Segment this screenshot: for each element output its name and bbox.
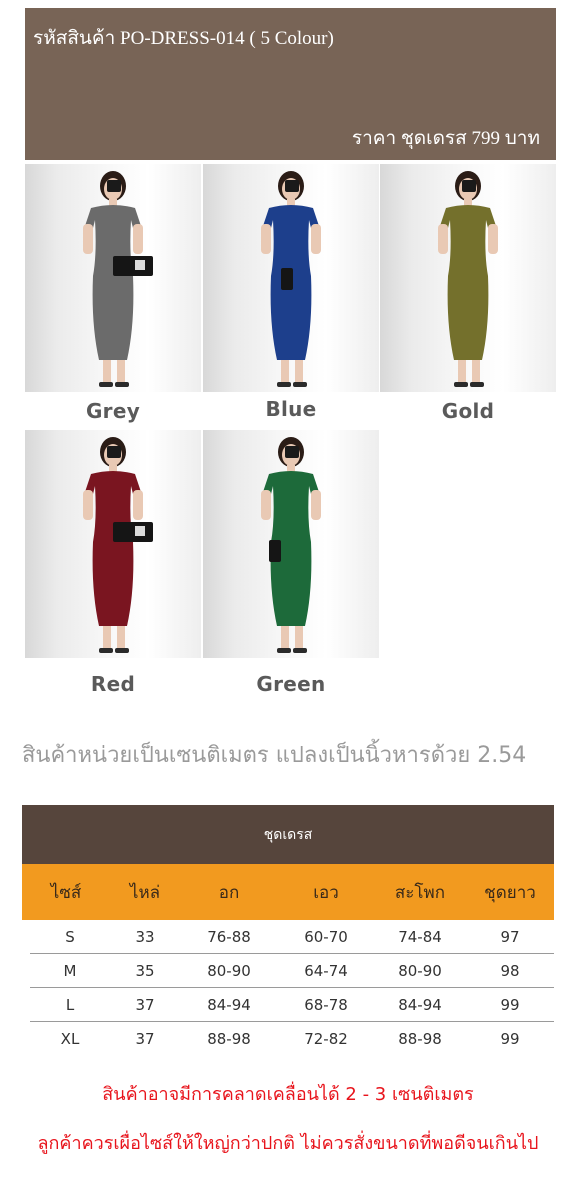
header-waist: เอว <box>313 882 339 903</box>
cell-waist: 60-70 <box>304 927 348 946</box>
cell-chest: 80-90 <box>207 961 251 980</box>
cell-length: 97 <box>500 927 520 946</box>
model-figure <box>261 171 321 387</box>
color-label-grey: Grey <box>85 399 141 423</box>
table-title: ชุดเดรส <box>22 805 554 864</box>
cell-shoulder: 33 <box>135 927 155 946</box>
unit-note: สินค้าหน่วยเป็นเซนติเมตร แปลงเป็นนิ้วหาร… <box>22 743 527 768</box>
size-table: ชุดเดรส ไซส์ ไหล่ อก เอว สะโพก ชุดยาว S 3… <box>22 805 554 1056</box>
cell-chest: 84-94 <box>207 995 251 1014</box>
cell-chest: 76-88 <box>207 927 251 946</box>
cell-waist: 72-82 <box>304 1030 348 1048</box>
cell-chest: 88-98 <box>207 1030 251 1048</box>
table-header: ไซส์ ไหล่ อก เอว สะโพก ชุดยาว <box>22 864 554 920</box>
table-row: S 33 76-88 60-70 74-84 97 <box>30 920 554 954</box>
table-body: S 33 76-88 60-70 74-84 97 M 35 80-90 64-74 80-90 98… <box>22 920 554 1056</box>
table-row: L 37 84-94 68-78 84-94 99 <box>30 988 554 1022</box>
cell-hip: 74-84 <box>398 927 442 946</box>
cell-length: 99 <box>500 1030 520 1048</box>
warning-size-advice: ลูกค้าควรเผื่อไซส์ให้ใหญ่กว่าปกติ ไม่ควร… <box>37 1133 539 1154</box>
header-size: ไซส์ <box>50 882 82 903</box>
product-price: ราคา ชุดเดรส 799 บาท <box>351 128 540 149</box>
cell-length: 98 <box>500 961 520 980</box>
photo-grey[interactable] <box>25 164 201 392</box>
photo-green[interactable] <box>203 430 379 658</box>
cell-hip: 88-98 <box>398 1030 442 1048</box>
cell-shoulder: 35 <box>135 961 155 980</box>
photo-blue[interactable] <box>203 164 379 392</box>
header-chest: อก <box>218 882 240 903</box>
warning-tolerance: สินค้าอาจมีการคลาดเคลื่อนได้ 2 - 3 เซนติ… <box>102 1084 474 1105</box>
table-row: M 35 80-90 64-74 80-90 98 <box>30 954 554 988</box>
cell-waist: 68-78 <box>304 995 348 1014</box>
color-label-red: Red <box>90 672 136 696</box>
color-label-blue: Blue <box>265 397 317 421</box>
cell-size: S <box>65 927 75 946</box>
header-shoulder: ไหล่ <box>129 882 161 903</box>
model-figure <box>438 171 498 387</box>
cell-waist: 64-74 <box>304 961 348 980</box>
header-hip: สะโพก <box>394 882 446 903</box>
model-figure <box>83 171 153 387</box>
cell-length: 99 <box>500 995 520 1014</box>
cell-hip: 80-90 <box>398 961 442 980</box>
model-figure <box>261 437 321 653</box>
model-figure <box>83 437 153 653</box>
photo-red[interactable] <box>25 430 201 658</box>
cell-size: L <box>65 995 75 1014</box>
header-length: ชุดยาว <box>484 882 536 903</box>
color-label-green: Green <box>256 672 326 696</box>
cell-shoulder: 37 <box>135 995 155 1014</box>
table-row: XL 37 88-98 72-82 88-98 99 <box>30 1022 554 1056</box>
cell-size: M <box>63 961 77 980</box>
photo-gold[interactable] <box>380 164 556 392</box>
cell-hip: 84-94 <box>398 995 442 1014</box>
product-code: รหัสสินค้า PO-DRESS-014 ( 5 Colour) <box>33 28 334 49</box>
cell-size: XL <box>60 1030 80 1048</box>
cell-shoulder: 37 <box>135 1030 155 1048</box>
color-label-gold: Gold <box>441 399 495 423</box>
product-header: รหัสสินค้า PO-DRESS-014 ( 5 Colour) ราคา… <box>25 8 556 160</box>
